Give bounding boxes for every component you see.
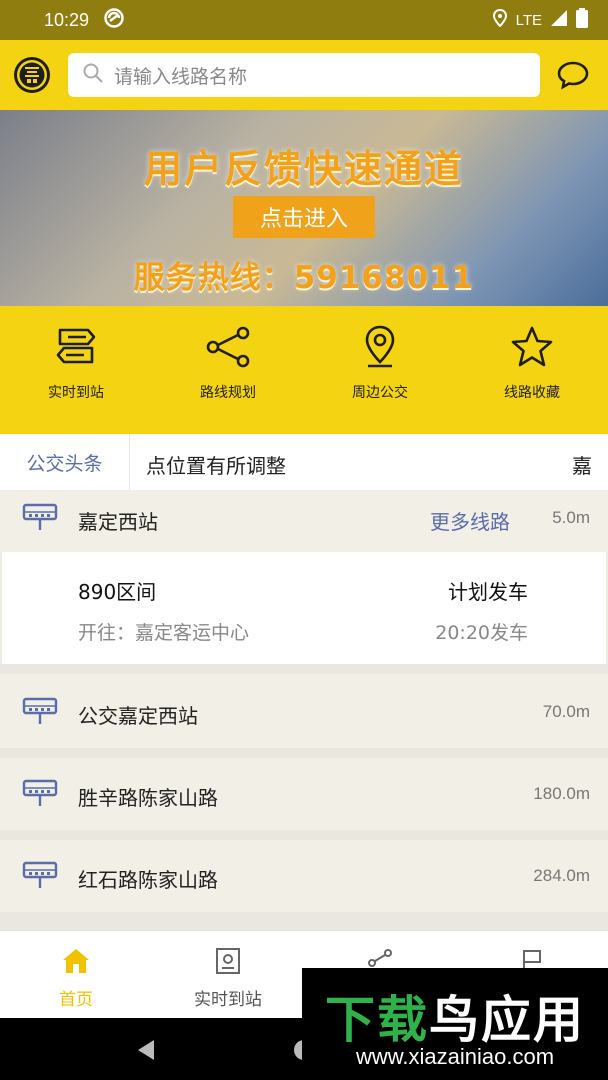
location-pin-icon bbox=[356, 324, 404, 374]
quick-action-route-plan[interactable]: 路线规划 bbox=[152, 306, 304, 434]
news-tag: 公交头条 bbox=[0, 434, 130, 490]
message-icon[interactable] bbox=[556, 60, 590, 94]
station-row[interactable]: 公交嘉定西站 70.0m bbox=[0, 676, 608, 748]
route-departure-time: 20:20发车 bbox=[435, 622, 528, 644]
quick-action-label: 周边公交 bbox=[352, 385, 408, 401]
quick-action-favorites[interactable]: 线路收藏 bbox=[456, 306, 608, 434]
route-name: 890区间 bbox=[78, 580, 157, 604]
notification-icon bbox=[103, 7, 125, 34]
status-time: 10:29 bbox=[44, 9, 90, 30]
divider bbox=[0, 912, 608, 930]
station-row[interactable]: 红石路陈家山路 284.0m bbox=[0, 840, 608, 912]
quick-action-realtime[interactable]: 实时到站 bbox=[0, 306, 152, 434]
news-ticker[interactable]: 公交头条 点位置有所调整 嘉 bbox=[0, 434, 608, 490]
quick-action-nearby[interactable]: 周边公交 bbox=[304, 306, 456, 434]
bus-stop-icon bbox=[22, 778, 58, 812]
station-name: 胜辛路陈家山路 bbox=[78, 786, 218, 810]
back-icon[interactable] bbox=[134, 1038, 158, 1066]
app-logo-icon[interactable] bbox=[14, 57, 50, 93]
quick-actions: 实时到站 路线规划 周边公交 线路收藏 bbox=[0, 306, 608, 434]
tab-home[interactable]: 首页 bbox=[0, 931, 152, 1018]
network-type: LTE bbox=[515, 11, 542, 29]
news-headline[interactable]: 点位置有所调整 bbox=[146, 450, 286, 479]
divider bbox=[0, 748, 608, 758]
bus-stop-icon bbox=[22, 860, 58, 894]
station-row[interactable]: 嘉定西站 更多线路 5.0m bbox=[0, 490, 608, 552]
location-icon bbox=[492, 8, 508, 31]
star-icon bbox=[508, 324, 556, 374]
banner-title: 用户反馈快速通道 bbox=[143, 147, 464, 191]
signpost-icon bbox=[52, 324, 100, 374]
home-icon bbox=[61, 947, 91, 979]
watermark-url: www.xiazainiao.com bbox=[355, 1044, 555, 1069]
top-bar: 请输入线路名称 bbox=[0, 40, 608, 110]
quick-action-label: 实时到站 bbox=[48, 385, 104, 401]
divider bbox=[0, 664, 608, 674]
watermark-title: 下载鸟应用 bbox=[302, 980, 608, 1052]
station-distance: 5.0m bbox=[552, 508, 590, 527]
banner-hotline: 服务热线：59168011 bbox=[133, 260, 475, 296]
station-name: 公交嘉定西站 bbox=[78, 704, 198, 728]
watermark-title-part2: 鸟应用 bbox=[429, 991, 585, 1049]
tab-home-label: 首页 bbox=[59, 990, 93, 1010]
route-destination: 开往：嘉定客运中心 bbox=[78, 622, 250, 644]
watermark-overlay: 下载鸟应用 www.xiazainiao.com bbox=[302, 968, 608, 1080]
quick-action-label: 路线规划 bbox=[200, 385, 256, 401]
route-nodes-icon bbox=[204, 324, 252, 374]
route-card[interactable]: 890区间 开往：嘉定客运中心 计划发车 20:20发车 bbox=[2, 552, 606, 664]
feedback-banner[interactable]: 用户反馈快速通道 点击进入 服务热线：59168011 bbox=[0, 110, 608, 306]
tab-realtime[interactable]: 实时到站 bbox=[152, 931, 304, 1018]
station-distance: 180.0m bbox=[533, 784, 590, 803]
watermark-title-part1: 下载 bbox=[325, 991, 429, 1049]
station-name: 嘉定西站 bbox=[78, 510, 158, 534]
bus-stop-icon bbox=[22, 502, 58, 536]
station-distance: 70.0m bbox=[542, 702, 590, 721]
battery-icon bbox=[576, 8, 588, 32]
station-distance: 284.0m bbox=[533, 866, 590, 885]
banner-enter-button[interactable]: 点击进入 bbox=[233, 196, 375, 238]
station-name: 红石路陈家山路 bbox=[78, 868, 218, 892]
news-headline-next[interactable]: 嘉 bbox=[572, 450, 602, 479]
signal-icon bbox=[550, 9, 568, 31]
tab-realtime-label: 实时到站 bbox=[194, 990, 262, 1010]
bus-stop-icon bbox=[22, 696, 58, 730]
station-row[interactable]: 胜辛路陈家山路 180.0m bbox=[0, 758, 608, 830]
status-bar: 10:29 LTE bbox=[0, 0, 608, 40]
more-routes-link[interactable]: 更多线路 bbox=[430, 506, 510, 535]
search-placeholder: 请输入线路名称 bbox=[114, 65, 248, 88]
divider bbox=[0, 830, 608, 840]
quick-action-label: 线路收藏 bbox=[504, 385, 560, 401]
route-status: 计划发车 bbox=[448, 580, 528, 604]
search-input[interactable]: 请输入线路名称 bbox=[68, 53, 540, 97]
stop-sign-icon bbox=[214, 947, 242, 979]
search-icon bbox=[82, 62, 104, 88]
